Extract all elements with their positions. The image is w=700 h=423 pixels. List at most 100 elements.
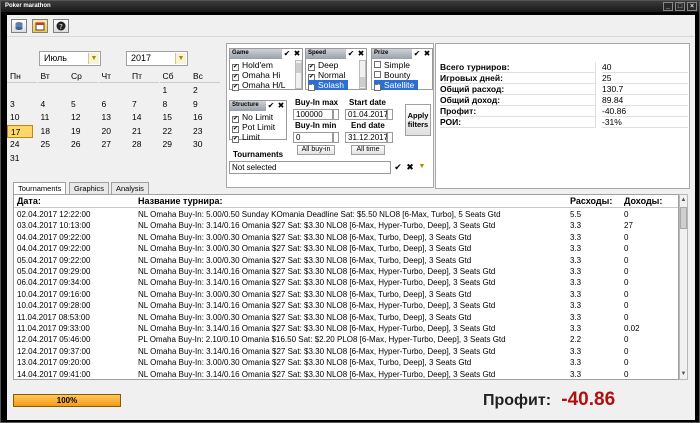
calendar-day[interactable]: 4 (38, 98, 68, 111)
calendar-day[interactable]: 1 (160, 84, 190, 97)
check-icon[interactable]: ✔ (266, 101, 276, 111)
tab-graphics[interactable]: Graphics (69, 182, 110, 194)
check-icon[interactable]: ✔ (393, 162, 403, 172)
close-icon[interactable]: ✖ (276, 101, 286, 111)
scroll-thumb[interactable] (680, 207, 687, 229)
table-row[interactable]: 11.04.2017 09:33:00 NL Omaha Buy-In: 3.14… (14, 323, 678, 335)
calendar-day[interactable]: 14 (129, 111, 159, 124)
calendar-day[interactable]: 31 (7, 152, 37, 165)
help-button[interactable]: ? (53, 19, 69, 33)
apply-filters-button[interactable]: Apply filters (405, 104, 431, 136)
speed-option[interactable]: ✔ Normal (308, 70, 345, 81)
table-row[interactable]: 02.04.2017 12:22:00 NL Omaha Buy-In: 5.00… (14, 209, 678, 221)
calendar-day[interactable]: 21 (129, 125, 159, 138)
table-row[interactable]: 10.04.2017 09:28:00 NL Omaha Buy-In: 3.14… (14, 300, 678, 312)
calendar-day[interactable]: 7 (129, 98, 159, 111)
close-icon[interactable]: ✖ (292, 49, 302, 59)
database-button[interactable] (11, 19, 27, 33)
calendar-day[interactable]: 16 (190, 111, 220, 124)
col-header-income[interactable]: Доходы: (624, 196, 662, 206)
checkbox[interactable]: ✔ (374, 84, 381, 91)
calendar-day[interactable]: 15 (160, 111, 190, 124)
buyin-max-spin[interactable] (333, 109, 339, 120)
close-icon[interactable]: ✖ (405, 162, 415, 172)
scroll-up-icon[interactable]: ▲ (680, 196, 687, 205)
structure-option[interactable]: ✔ Pot Limit (232, 122, 275, 133)
prize-option[interactable]: ✔ Satellite (374, 80, 419, 91)
speed-scrollbar[interactable] (359, 60, 366, 89)
col-header-name[interactable]: Название турнира: (138, 196, 222, 206)
table-row[interactable]: 12.04.2017 05:46:00 PL Omaha Buy-In: 2.10… (14, 334, 678, 346)
calendar-day[interactable]: 29 (160, 138, 190, 151)
buyin-max-input[interactable]: 100000 (293, 109, 333, 120)
speed-option[interactable]: ✔ Solash (308, 80, 348, 91)
calendar-day[interactable]: 6 (99, 98, 129, 111)
table-scrollbar[interactable]: ▲ ▼ (679, 194, 688, 380)
calendar-day[interactable]: 5 (68, 98, 98, 111)
calendar-day[interactable]: 28 (129, 138, 159, 151)
calendar-day-selected[interactable]: 17 (7, 124, 33, 138)
calendar-day[interactable]: 22 (160, 125, 190, 138)
table-row[interactable]: 14.04.2017 09:41:00 NL Omaha Buy-In: 3.14… (14, 369, 678, 379)
table-row[interactable]: 05.04.2017 09:29:00 NL Omaha Buy-In: 3.14… (14, 266, 678, 278)
calendar-day[interactable]: 23 (190, 125, 220, 138)
chevron-down-icon[interactable]: ▼ (417, 162, 427, 172)
prize-option[interactable]: Bounty (374, 70, 410, 80)
calendar-day[interactable]: 11 (38, 111, 68, 124)
structure-option[interactable]: ✔ No Limit (232, 112, 273, 123)
calendar-day[interactable]: 19 (68, 125, 98, 138)
close-icon[interactable]: ✖ (356, 49, 366, 59)
table-row[interactable]: 06.04.2017 09:34:00 NL Omaha Buy-In: 3.14… (14, 277, 678, 289)
tab-analysis[interactable]: Analysis (111, 182, 149, 194)
table-row[interactable]: 03.04.2017 10:13:00 NL Omaha Buy-In: 3.14… (14, 220, 678, 232)
all-buyin-button[interactable]: All buy-in (297, 145, 335, 155)
calendar-day[interactable]: 12 (68, 111, 98, 124)
start-date-input[interactable]: 01.04.2017 (345, 109, 388, 120)
col-header-date[interactable]: Дата: (17, 196, 41, 206)
game-option[interactable]: ✔ Hold'em (232, 60, 273, 71)
calendar-day[interactable]: 13 (99, 111, 129, 124)
calendar-day[interactable]: 9 (190, 98, 220, 111)
col-header-expense[interactable]: Расходы: (570, 196, 612, 206)
checkbox[interactable] (374, 61, 381, 68)
table-row[interactable]: 05.04.2017 09:22:00 NL Omaha Buy-In: 3.00… (14, 255, 678, 267)
check-icon[interactable]: ✔ (346, 49, 356, 59)
maximize-button[interactable]: □ (675, 2, 685, 11)
calendar-day[interactable]: 30 (190, 138, 220, 151)
check-icon[interactable]: ✔ (282, 49, 292, 59)
check-icon[interactable]: ✔ (412, 49, 422, 59)
year-select[interactable]: 2017 ▼ (126, 51, 188, 66)
month-select[interactable]: Июль ▼ (39, 51, 101, 66)
calendar-day[interactable]: 8 (160, 98, 190, 111)
table-row[interactable]: 04.04.2017 09:22:00 NL Omaha Buy-In: 3.00… (14, 243, 678, 255)
checkbox[interactable]: ✔ (232, 136, 239, 143)
start-date-spin[interactable] (387, 109, 393, 120)
table-row[interactable]: 11.04.2017 08:53:00 NL Omaha Buy-In: 3.00… (14, 312, 678, 324)
end-date-spin[interactable] (387, 132, 393, 143)
game-option[interactable]: ✔ Omaha Hi (232, 70, 280, 81)
calendar-day[interactable]: 18 (38, 125, 68, 138)
table-row[interactable]: 13.04.2017 09:20:00 NL Omaha Buy-In: 3.00… (14, 357, 678, 369)
end-date-input[interactable]: 31.12.2017 (345, 132, 388, 143)
checkbox[interactable]: ✔ (308, 84, 315, 91)
buyin-min-input[interactable]: 0 (293, 132, 333, 143)
minimize-button[interactable]: _ (663, 2, 673, 11)
all-time-button[interactable]: All time (351, 145, 385, 155)
game-scrollbar[interactable] (295, 60, 302, 89)
scroll-down-icon[interactable]: ▼ (680, 370, 687, 379)
table-row[interactable]: 10.04.2017 09:16:00 NL Omaha Buy-In: 3.00… (14, 289, 678, 301)
table-row[interactable]: 04.04.2017 09:22:00 NL Omaha Buy-In: 3.00… (14, 232, 678, 244)
calendar-day[interactable]: 24 (7, 138, 37, 151)
calendar-day[interactable]: 10 (7, 111, 37, 124)
game-option[interactable]: ✔ Omaha H/L (232, 80, 285, 91)
close-icon[interactable]: ✖ (422, 49, 432, 59)
calendar-day[interactable]: 2 (190, 84, 220, 97)
table-row[interactable]: 12.04.2017 09:37:00 NL Omaha Buy-In: 3.14… (14, 346, 678, 358)
close-window-button[interactable]: × (687, 2, 697, 11)
checkbox[interactable]: ✔ (232, 84, 239, 91)
checkbox[interactable] (374, 71, 381, 78)
calendar-day[interactable]: 3 (7, 98, 37, 111)
calendar-day[interactable]: 26 (68, 138, 98, 151)
calendar-button[interactable] (32, 19, 48, 33)
calendar-day[interactable]: 20 (99, 125, 129, 138)
